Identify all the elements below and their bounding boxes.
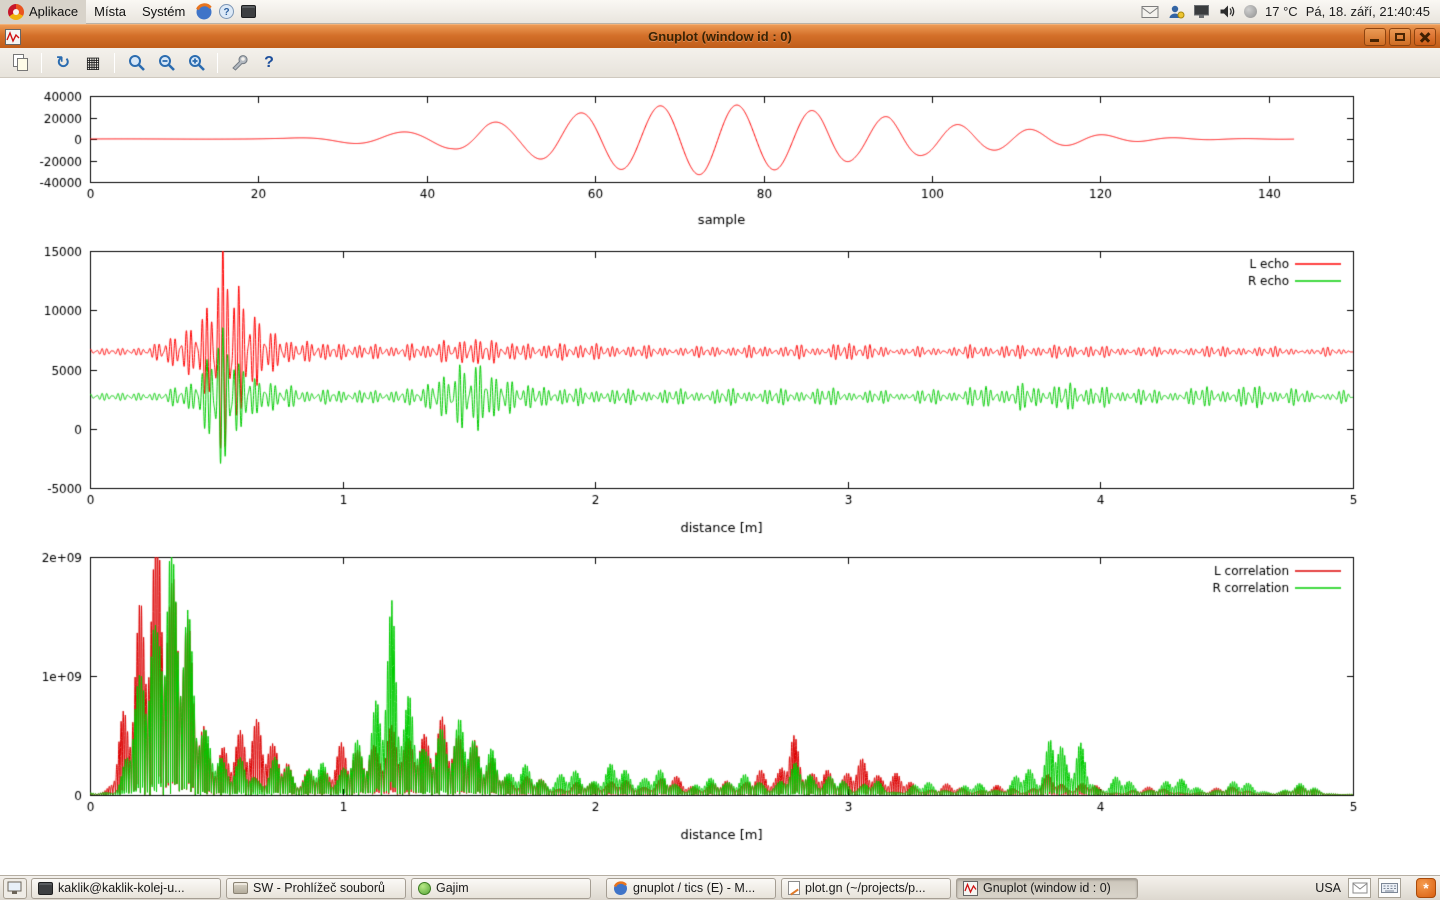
taskbar-button-label: gnuplot / tics (E) - M... [633, 881, 755, 895]
ubuntu-logo-icon [8, 4, 24, 20]
magnifier-icon [127, 53, 146, 72]
menu-applications[interactable]: Aplikace [0, 0, 86, 24]
taskbar-button-label: kaklik@kaklik-kolej-u... [58, 881, 185, 895]
toggle-grid-button[interactable]: ▦ [81, 51, 105, 75]
window-titlebar[interactable]: Gnuplot (window id : 0) [0, 24, 1440, 48]
plot-area [0, 78, 1440, 875]
settings-button[interactable] [227, 51, 251, 75]
system-tray: 17 °C Pá, 18. září, 21:40:45 [1141, 4, 1440, 20]
menu-applications-label: Aplikace [29, 4, 78, 19]
maximize-button[interactable] [1389, 28, 1411, 46]
screen-tray-icon[interactable] [1193, 4, 1211, 19]
terminal-icon [38, 882, 53, 895]
grid-icon: ▦ [85, 53, 100, 72]
mail-tray-icon[interactable] [1141, 5, 1159, 19]
taskbar-button-label: Gnuplot (window id : 0) [983, 881, 1111, 895]
help-launcher-icon[interactable]: ? [215, 0, 237, 24]
window-title: Gnuplot (window id : 0) [0, 29, 1440, 44]
clock-indicator[interactable]: Pá, 18. září, 21:40:45 [1306, 4, 1430, 19]
users-tray-icon[interactable] [1167, 4, 1185, 20]
bottom-taskbar: kaklik@kaklik-kolej-u... SW - Prohlížeč … [0, 875, 1440, 900]
refresh-icon: ↻ [56, 53, 70, 73]
taskbar-tray: USA * [1315, 878, 1440, 898]
taskbar-button-label: SW - Prohlížeč souborů [253, 881, 385, 895]
magnifier-plus-icon [187, 53, 206, 72]
taskbar-button-gnuplot[interactable]: Gnuplot (window id : 0) [956, 878, 1138, 899]
gnuplot-toolbar: ↻ ▦ ? [0, 48, 1440, 78]
window-controls [1364, 28, 1440, 46]
menu-places-label: Místa [94, 4, 126, 19]
zoom-next-button[interactable] [184, 51, 208, 75]
mail-icon [1352, 882, 1368, 894]
menu-system-label: Systém [142, 4, 185, 19]
keyboard-layout-indicator[interactable]: USA [1315, 881, 1341, 895]
gnuplot-canvas[interactable] [0, 78, 1440, 875]
taskbar-button-label: Gajim [436, 881, 469, 895]
desktop-icon [7, 881, 23, 895]
weather-icon[interactable] [1244, 5, 1257, 18]
keyboard-icon [1381, 882, 1398, 894]
file-manager-icon [233, 882, 248, 894]
svg-text:?: ? [223, 7, 229, 18]
text-editor-icon [788, 881, 800, 895]
terminal-launcher-icon[interactable] [237, 0, 259, 24]
toolbar-separator [114, 53, 115, 73]
temperature-indicator[interactable]: 17 °C [1265, 4, 1298, 19]
keyboard-tray[interactable] [1378, 878, 1401, 898]
terminal-icon [241, 5, 256, 18]
zoom-previous-button[interactable] [154, 51, 178, 75]
gnuplot-icon [963, 881, 978, 896]
menu-system[interactable]: Systém [134, 0, 193, 24]
mail-notifier[interactable] [1348, 878, 1371, 898]
help-question-icon: ? [264, 54, 274, 72]
taskbar-button-browser[interactable]: gnuplot / tics (E) - M... [606, 878, 776, 899]
gajim-icon [418, 882, 431, 895]
firefox-launcher-icon[interactable] [193, 0, 215, 24]
volume-icon[interactable] [1219, 4, 1236, 19]
wrench-icon [230, 53, 249, 72]
taskbar-button-gajim[interactable]: Gajim [411, 878, 591, 899]
taskbar-button-terminal[interactable]: kaklik@kaklik-kolej-u... [31, 878, 221, 899]
magnifier-minus-icon [157, 53, 176, 72]
help-button[interactable]: ? [257, 51, 281, 75]
gnome-top-panel: Aplikace Místa Systém ? [0, 0, 1440, 24]
taskbar-button-label: plot.gn (~/projects/p... [805, 881, 926, 895]
maximize-icon [1395, 33, 1405, 41]
copy-icon [11, 53, 30, 72]
zoom-autoscale-button[interactable] [124, 51, 148, 75]
close-button[interactable] [1414, 28, 1436, 46]
firefox-icon [195, 3, 213, 21]
toolbar-separator [217, 53, 218, 73]
copy-to-clipboard-button[interactable] [8, 51, 32, 75]
firefox-icon [613, 881, 628, 896]
taskbar-button-file-browser[interactable]: SW - Prohlížeč souborů [226, 878, 406, 899]
help-icon: ? [218, 3, 235, 20]
minimize-icon [1370, 39, 1379, 42]
toolbar-separator [41, 53, 42, 73]
update-notifier-icon[interactable]: * [1416, 878, 1436, 898]
replot-button[interactable]: ↻ [51, 51, 75, 75]
menu-places[interactable]: Místa [86, 0, 134, 24]
minimize-button[interactable] [1364, 28, 1386, 46]
taskbar-button-editor[interactable]: plot.gn (~/projects/p... [781, 878, 951, 899]
show-desktop-button[interactable] [3, 878, 27, 899]
